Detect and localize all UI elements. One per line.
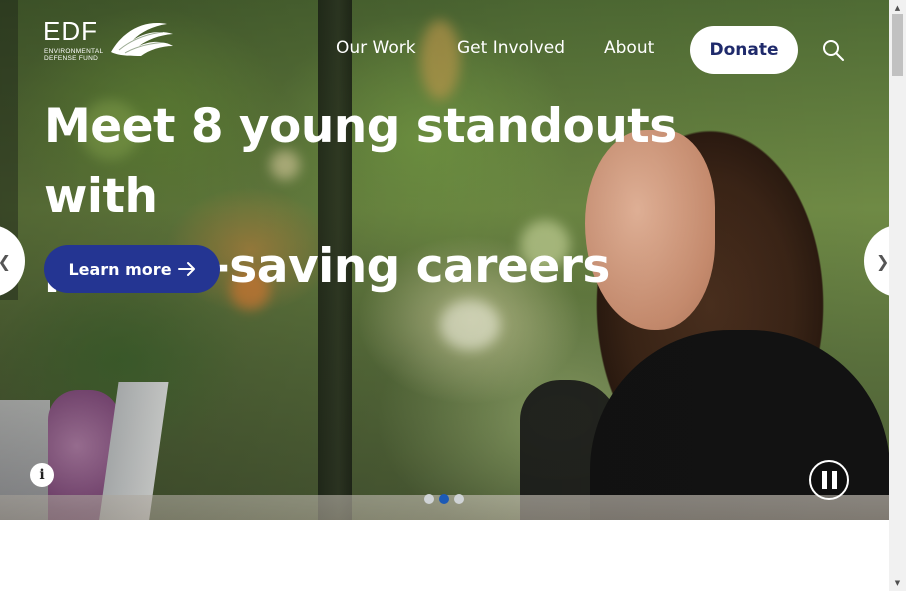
edf-logo[interactable]: EDF ENVIRONMENTAL DEFENSE FUND [43, 18, 175, 66]
nav-item-our-work[interactable]: Our Work [336, 38, 416, 58]
chevron-left-icon: ❮ [0, 252, 11, 271]
carousel-pause-button[interactable] [809, 460, 849, 500]
arrow-right-icon [177, 262, 195, 276]
image-info-button[interactable]: i [30, 463, 54, 487]
scrollbar-thumb[interactable] [892, 14, 903, 76]
logo-mark: EDF [43, 16, 98, 46]
carousel-dot-3[interactable] [454, 494, 464, 504]
carousel-pagination [424, 494, 464, 506]
site-header: EDF ENVIRONMENTAL DEFENSE FUND Our Work … [0, 0, 889, 100]
pause-icon [821, 471, 827, 489]
learn-more-label: Learn more [68, 259, 172, 279]
carousel-dot-2[interactable] [439, 494, 449, 504]
nav-item-get-involved[interactable]: Get Involved [457, 38, 565, 58]
info-icon: i [39, 467, 45, 483]
pause-icon [831, 471, 837, 489]
carousel-dot-1[interactable] [424, 494, 434, 504]
viewport: ❮ ❯ Meet 8 young standouts with planet-s… [0, 0, 889, 591]
scroll-down-arrow-icon[interactable]: ▼ [889, 575, 906, 591]
vertical-scrollbar[interactable]: ▲ ▼ [889, 0, 906, 591]
search-icon[interactable] [821, 38, 845, 62]
chevron-right-icon: ❯ [876, 251, 889, 271]
donate-button[interactable]: Donate [690, 26, 798, 74]
nav-item-about[interactable]: About [604, 38, 654, 58]
learn-more-button[interactable]: Learn more [44, 245, 220, 293]
headline-line-1: Meet 8 young standouts with [44, 99, 677, 224]
wing-icon [111, 23, 173, 57]
